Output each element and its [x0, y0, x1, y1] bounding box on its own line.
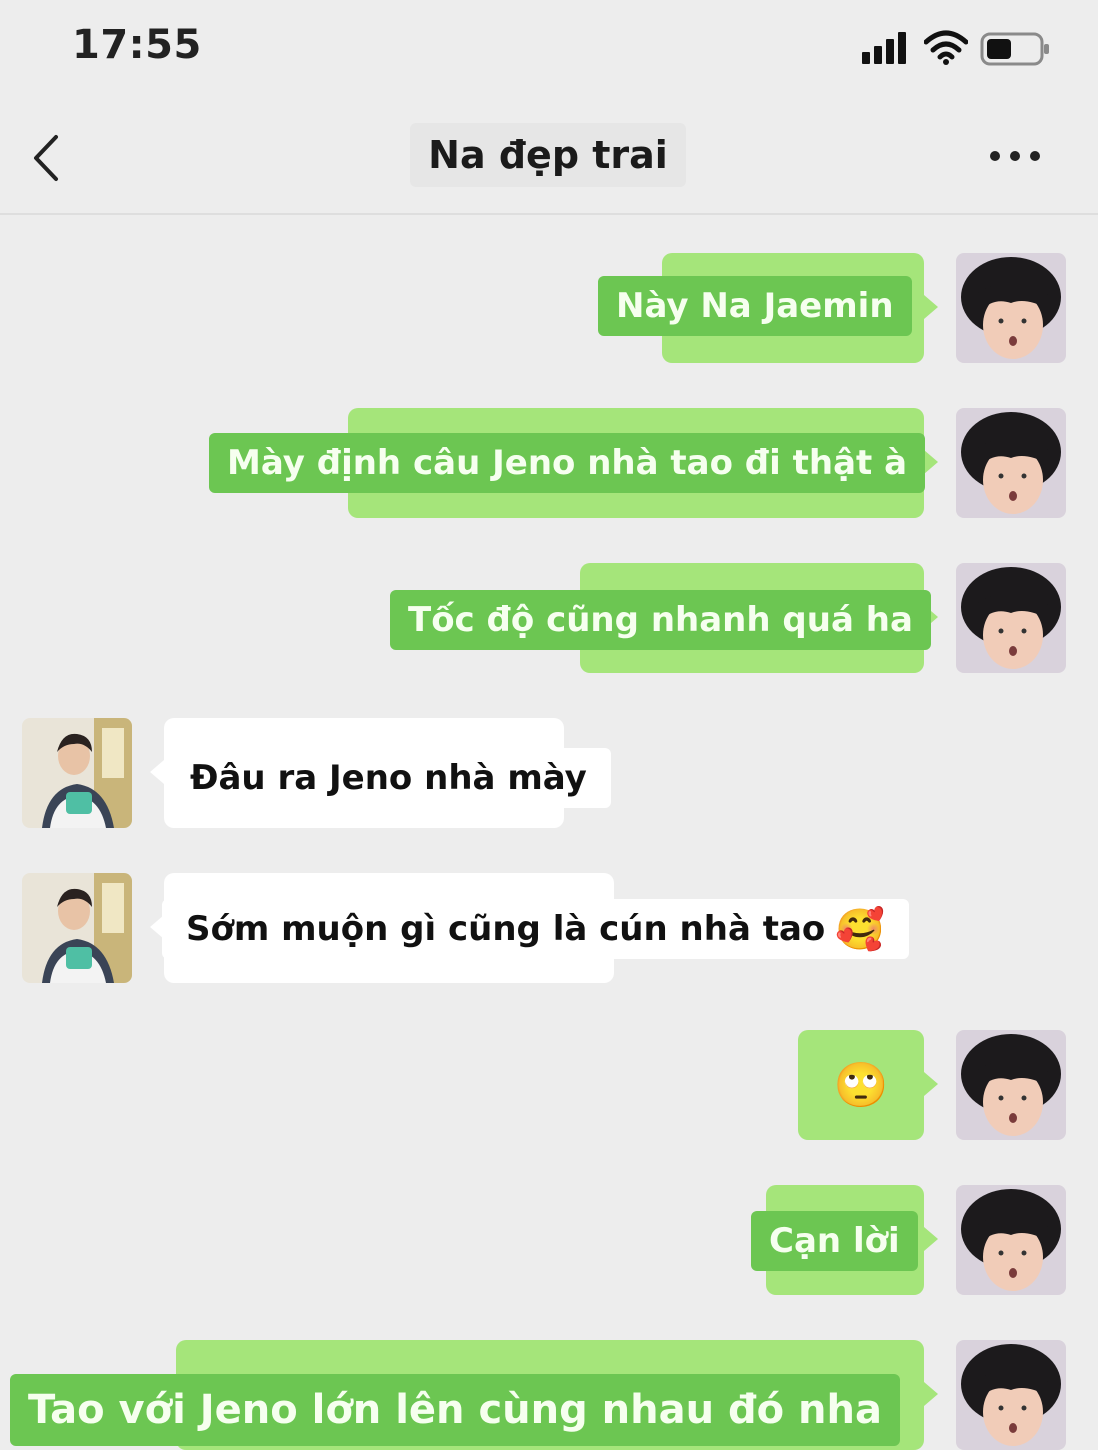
self-avatar[interactable]	[956, 563, 1066, 673]
status-time: 17:55	[72, 22, 202, 68]
self-avatar[interactable]	[956, 408, 1066, 518]
status-icons	[862, 28, 1062, 68]
message-bubble[interactable]: 🙄	[798, 1030, 924, 1140]
back-icon[interactable]	[28, 133, 68, 183]
message-text: Mày định câu Jeno nhà tao đi thật à	[209, 433, 926, 493]
contact-avatar[interactable]	[22, 718, 132, 828]
chat-title: Na đẹp trai	[428, 133, 668, 177]
smiling-hearts-emoji: 🥰	[835, 906, 886, 953]
contact-avatar[interactable]	[22, 873, 132, 983]
chat-title-container: Na đẹp trai	[410, 123, 686, 187]
message-text: Này Na Jaemin	[598, 276, 912, 336]
message-text: Sớm muộn gì cũng là cún nhà tao 🥰	[162, 899, 910, 959]
message-text: Tốc độ cũng nhanh quá ha	[390, 590, 931, 650]
self-avatar[interactable]	[956, 1340, 1066, 1450]
wifi-icon	[924, 30, 968, 65]
eye-roll-emoji: 🙄	[833, 1060, 889, 1111]
self-avatar[interactable]	[956, 1185, 1066, 1295]
status-bar: 17:55	[0, 0, 1098, 95]
battery-icon	[980, 32, 1049, 66]
message-text: Đâu ra Jeno nhà mày	[166, 748, 611, 808]
more-options-icon[interactable]	[990, 151, 1046, 165]
nav-bar: Na đẹp trai	[0, 95, 1098, 215]
self-avatar[interactable]	[956, 253, 1066, 363]
message-text: Tao với Jeno lớn lên cùng nhau đó nha	[10, 1374, 901, 1446]
self-avatar[interactable]	[956, 1030, 1066, 1140]
message-text: Cạn lời	[751, 1211, 918, 1271]
